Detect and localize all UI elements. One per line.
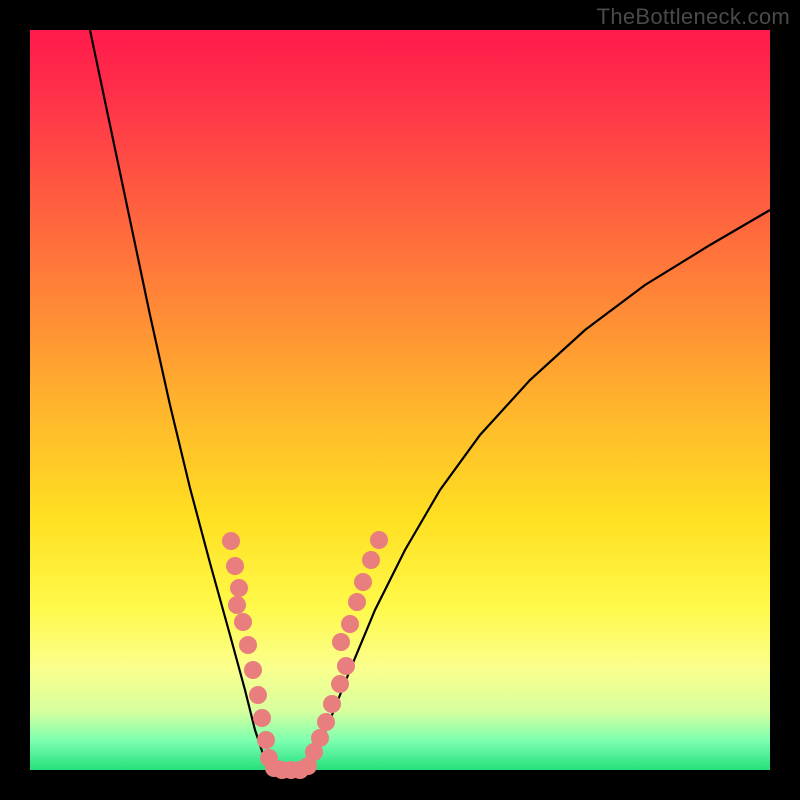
data-point (317, 713, 335, 731)
data-point (348, 593, 366, 611)
watermark-text: TheBottleneck.com (597, 4, 790, 30)
data-point (337, 657, 355, 675)
data-point (244, 661, 262, 679)
dots-group (222, 531, 388, 779)
data-point (354, 573, 372, 591)
chart-frame (30, 30, 770, 770)
data-point (362, 551, 380, 569)
data-point (222, 532, 240, 550)
data-point (323, 695, 341, 713)
data-point (257, 731, 275, 749)
data-point (370, 531, 388, 549)
data-point (234, 613, 252, 631)
data-point (249, 686, 267, 704)
data-point (228, 596, 246, 614)
data-point (230, 579, 248, 597)
data-point (311, 729, 329, 747)
data-point (239, 636, 257, 654)
data-point (341, 615, 359, 633)
bottleneck-curve (90, 30, 770, 770)
curve-group (90, 30, 770, 770)
data-point (253, 709, 271, 727)
data-point (331, 675, 349, 693)
bottleneck-chart (30, 30, 770, 770)
data-point (332, 633, 350, 651)
data-point (226, 557, 244, 575)
